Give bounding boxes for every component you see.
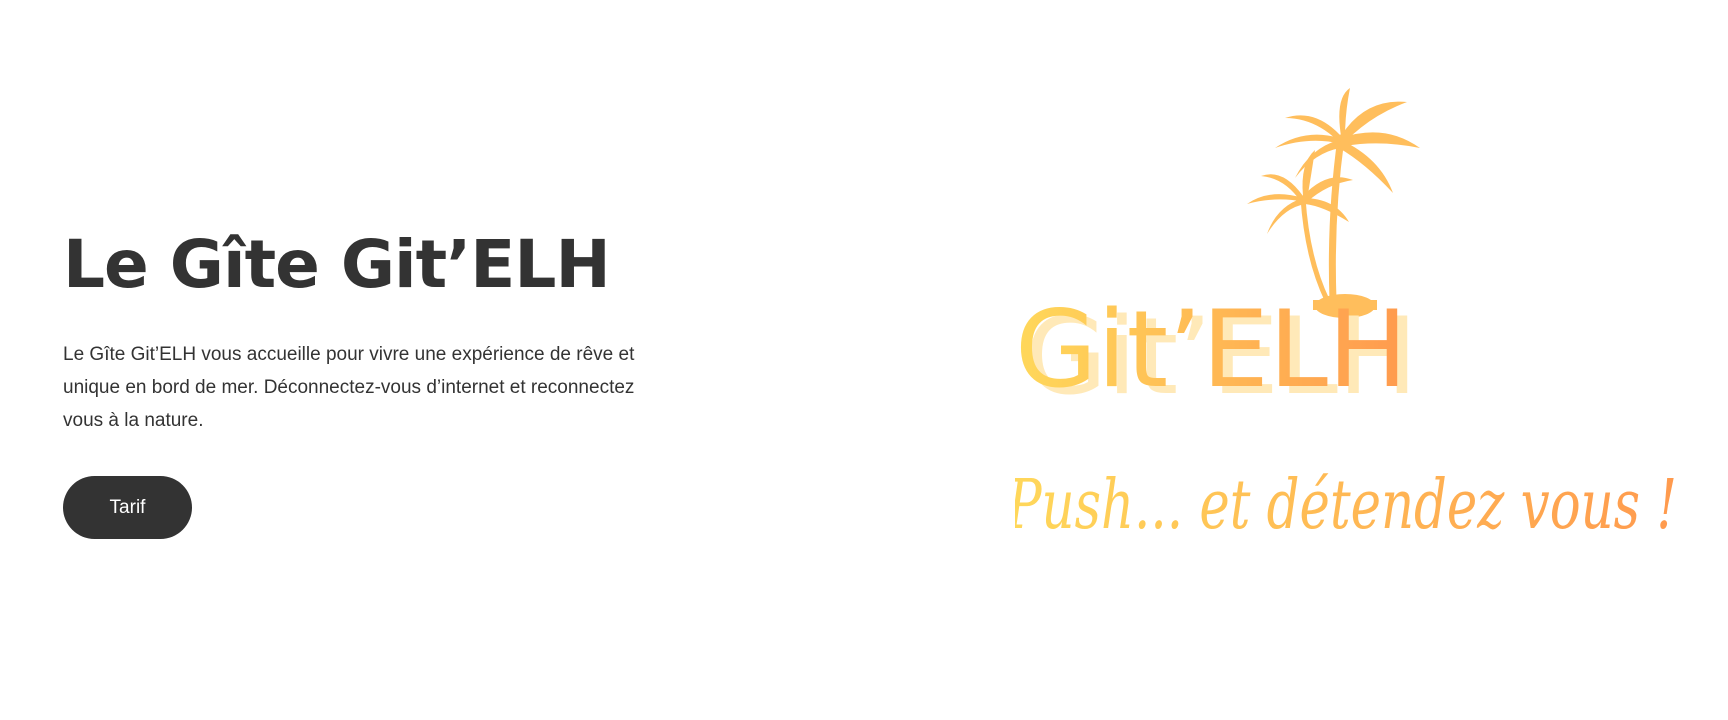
page-title: Le Gîte Git’ELH (63, 226, 611, 303)
logo-name: Git’ELH (1015, 288, 1408, 411)
brand-logo: Git’ELH Git’ELH Push... et détendez vous… (1015, 88, 1695, 588)
palm-trees-icon (1247, 88, 1420, 318)
hero-section: Le Gîte Git’ELH Le Gîte Git’ELH vous acc… (0, 0, 1728, 720)
tarif-button[interactable]: Tarif (63, 476, 192, 539)
hero-description: Le Gîte Git’ELH vous accueille pour vivr… (63, 344, 635, 431)
hero-text-block: Le Gîte Git’ELH Le Gîte Git’ELH vous acc… (63, 222, 703, 437)
logo-tagline: Push... et détendez vous ! (1015, 466, 1677, 545)
